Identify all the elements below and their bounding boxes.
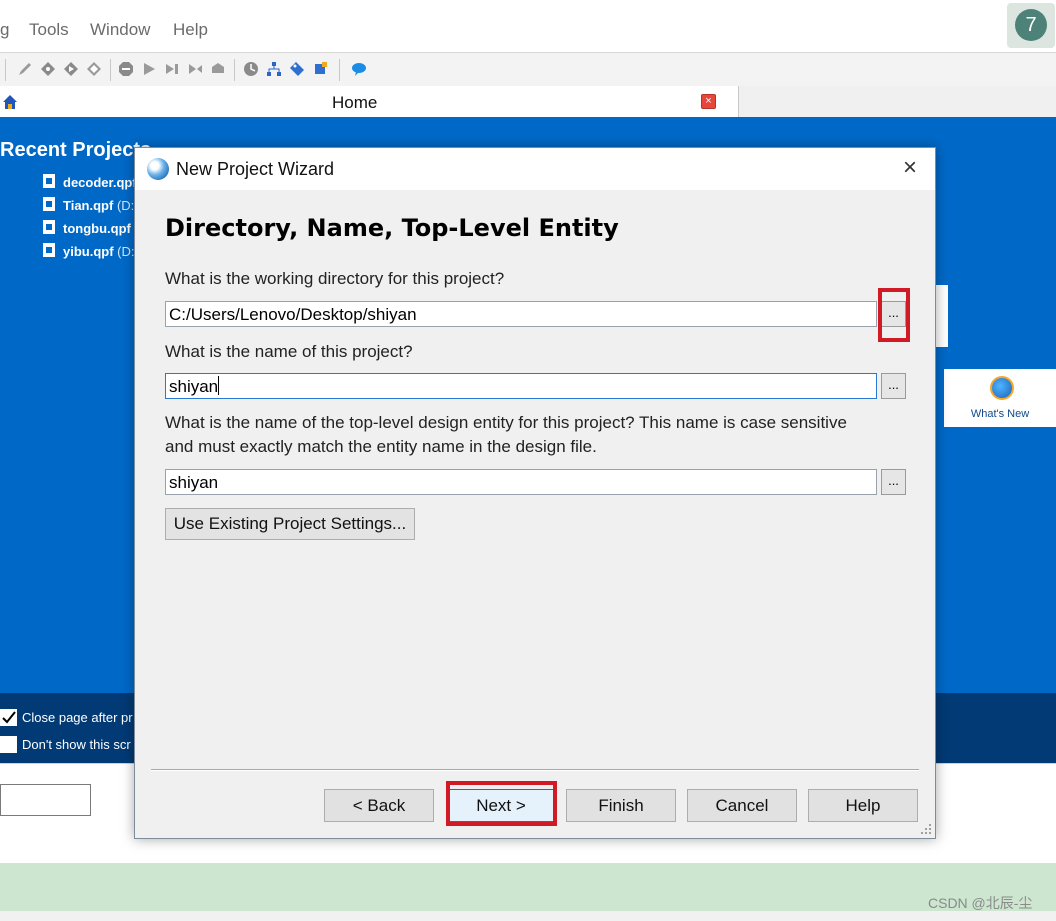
side-panel-tab[interactable] [936,285,948,347]
toolbar-separator [234,59,235,81]
new-project-wizard-dialog: New Project Wizard × Directory, Name, To… [134,147,936,839]
whats-new-label: What's New [970,408,1030,420]
badge-count: 7 [1015,9,1047,41]
toolbar-separator [339,59,340,81]
project-file-icon [43,243,55,257]
lower-input-field[interactable] [0,784,91,816]
menu-item-tools[interactable]: Tools [29,20,69,40]
step-into-icon[interactable] [187,61,203,77]
page-heading: Directory, Name, Top-Level Entity [165,214,619,242]
menu-bar: g Tools Window Help [0,0,1056,52]
diamond-play-icon[interactable] [63,61,79,77]
directory-question: What is the working directory for this p… [165,269,505,288]
menu-item-help[interactable]: Help [173,20,208,40]
recent-projects-title: Recent Projects [0,139,152,161]
top-level-entity-field[interactable]: shiyan [165,469,877,495]
hierarchy-icon[interactable] [266,61,282,77]
directory-field[interactable]: C:/Users/Lenovo/Desktop/shiyan [165,301,877,327]
recent-project-path: (D: [117,244,135,259]
wizard-app-icon [147,158,169,180]
clock-icon[interactable] [243,61,259,77]
tab-home-title: Home [332,93,378,112]
diamond-grid-icon[interactable] [86,61,102,77]
recent-project-name: tongbu.qpf [63,221,131,236]
recent-project-item[interactable]: decoder.qpf [43,174,137,194]
close-page-checkbox[interactable] [0,709,17,726]
watermark: CSDN @北辰-尘 [928,895,1033,911]
step-icon[interactable] [164,61,180,77]
dont-show-checkbox[interactable] [0,736,17,753]
project-file-icon [43,197,55,211]
dialog-title: New Project Wizard [176,159,335,179]
recent-project-name: yibu.qpf [63,244,114,259]
resize-grip-icon[interactable] [919,822,933,836]
toolbar-separator [110,59,111,81]
toolbar-separator [5,59,6,81]
menu-item-debug[interactable]: g [0,20,9,40]
play-icon[interactable] [141,61,157,77]
recent-project-name: Tian.qpf [63,198,114,213]
browse-entity-button[interactable]: ... [881,469,906,495]
recent-project-path: (D: [116,198,135,213]
tag-icon[interactable] [289,61,305,77]
menu-item-window[interactable]: Window [90,20,150,40]
step-out-icon[interactable] [210,61,226,77]
toolbar [0,52,1056,87]
recent-project-item[interactable]: yibu.qpf (D: [43,243,135,263]
project-file-icon [43,174,55,188]
browse-name-button[interactable]: ... [881,373,906,399]
close-icon[interactable]: × [899,156,921,180]
diamond-icon[interactable] [40,61,56,77]
globe-icon [990,376,1014,400]
close-page-label: Close page after pr [22,710,133,725]
project-file-icon [43,220,55,234]
project-name-value: shiyan [169,377,219,396]
chat-icon[interactable] [351,61,367,77]
pencil-icon[interactable] [17,61,33,77]
recent-project-item[interactable]: Tian.qpf (D: [43,197,134,217]
finish-button[interactable]: Finish [566,789,676,822]
notification-badge[interactable]: 7 [1007,3,1055,48]
text-cursor [218,376,220,395]
whats-new-button[interactable]: What's New [944,369,1056,427]
close-tab-icon[interactable]: × [701,94,716,109]
use-existing-settings-button[interactable]: Use Existing Project Settings... [165,508,415,540]
back-button[interactable]: < Back [324,789,434,822]
project-name-question: What is the name of this project? [165,342,413,361]
highlight-box-browse [878,288,910,342]
status-bar [0,863,1056,911]
chip-icon[interactable] [312,61,328,77]
dont-show-label: Don't show this scr [22,737,131,752]
dialog-separator [151,769,919,770]
help-button[interactable]: Help [808,789,918,822]
recent-project-name: decoder.qpf [63,175,137,190]
checkmark-icon [2,711,16,724]
recent-project-item[interactable]: tongbu.qpf [43,220,131,240]
highlight-box-next [446,781,557,826]
project-name-field[interactable]: shiyan [165,373,877,399]
home-icon [2,94,18,110]
entity-question-line2: and must exactly match the entity name i… [165,437,597,456]
entity-question-line1: What is the name of the top-level design… [165,413,847,432]
stop-icon[interactable] [118,61,134,77]
bottom-strip [0,911,1056,921]
cancel-button[interactable]: Cancel [687,789,797,822]
